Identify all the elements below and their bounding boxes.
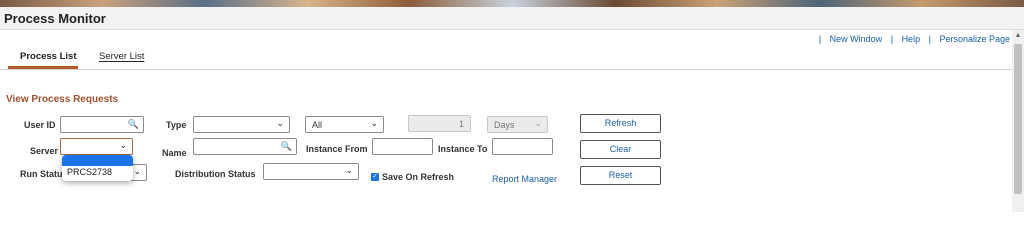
scroll-up-arrow-icon[interactable]: ▲	[1014, 32, 1022, 40]
last-select[interactable]: All ⌄	[305, 116, 384, 133]
distribution-status-label: Distribution Status	[175, 169, 256, 179]
clear-button[interactable]: Clear	[580, 140, 661, 159]
page-title: Process Monitor	[4, 11, 106, 26]
tab-server-list[interactable]: Server List	[99, 51, 144, 62]
chevron-down-icon: ⌄	[276, 118, 284, 128]
save-on-refresh-label: Save On Refresh	[382, 172, 455, 182]
user-id-label: User ID	[24, 120, 56, 130]
instance-to-input[interactable]	[492, 138, 553, 155]
search-icon[interactable]: 🔍	[281, 141, 292, 152]
title-bar: Process Monitor	[0, 7, 1024, 30]
help-link[interactable]: Help	[902, 34, 921, 44]
chevron-down-icon: ⌄	[534, 118, 542, 128]
server-option-prcs2738[interactable]: PRCS2738	[67, 167, 112, 177]
separator: |	[818, 34, 822, 44]
number-value: 1	[458, 119, 464, 129]
personalize-page-link[interactable]: Personalize Page	[939, 34, 1010, 44]
instance-to-label: Instance To	[438, 144, 488, 154]
server-label: Server	[30, 146, 59, 156]
number-input: 1	[408, 115, 471, 132]
header-banner	[0, 0, 1024, 7]
chevron-down-icon: ⌄	[133, 166, 141, 176]
save-on-refresh-checkbox[interactable]: ✓	[371, 173, 379, 181]
name-input[interactable]: 🔍	[193, 138, 297, 155]
scroll-thumb[interactable]	[1014, 44, 1022, 194]
unit-select: Days ⌄	[487, 116, 548, 133]
chevron-down-icon: ⌄	[345, 165, 353, 175]
report-manager-link[interactable]: Report Manager	[492, 174, 557, 184]
server-select[interactable]: ⌄	[60, 138, 133, 155]
separator: |	[890, 34, 894, 44]
server-option-blank[interactable]	[62, 155, 133, 166]
last-value: All	[312, 120, 323, 130]
distribution-status-select[interactable]: ⌄	[263, 163, 359, 180]
tab-process-list[interactable]: Process List	[20, 51, 77, 62]
user-id-input[interactable]: 🔍	[60, 116, 144, 133]
vertical-scrollbar[interactable]: ▲	[1012, 30, 1024, 212]
reset-button[interactable]: Reset	[580, 166, 661, 185]
instance-from-label: Instance From	[306, 144, 368, 154]
chevron-down-icon: ⌄	[119, 140, 127, 150]
refresh-button[interactable]: Refresh	[580, 114, 661, 133]
name-label: Name	[162, 148, 187, 158]
instance-from-input[interactable]	[372, 138, 433, 155]
type-select[interactable]: ⌄	[193, 116, 290, 133]
unit-value: Days	[494, 120, 515, 130]
type-label: Type	[166, 120, 187, 130]
server-dropdown-list: PRCS2738	[62, 155, 133, 181]
chevron-down-icon: ⌄	[370, 118, 378, 128]
separator: |	[928, 34, 931, 44]
section-title: View Process Requests	[6, 94, 119, 105]
search-icon[interactable]: 🔍	[128, 119, 139, 130]
tabs-divider	[0, 69, 1012, 70]
new-window-link[interactable]: New Window	[830, 34, 883, 44]
top-links: | New Window | Help | Personalize Page	[813, 34, 1010, 44]
run-status-label: Run Status	[20, 169, 68, 179]
